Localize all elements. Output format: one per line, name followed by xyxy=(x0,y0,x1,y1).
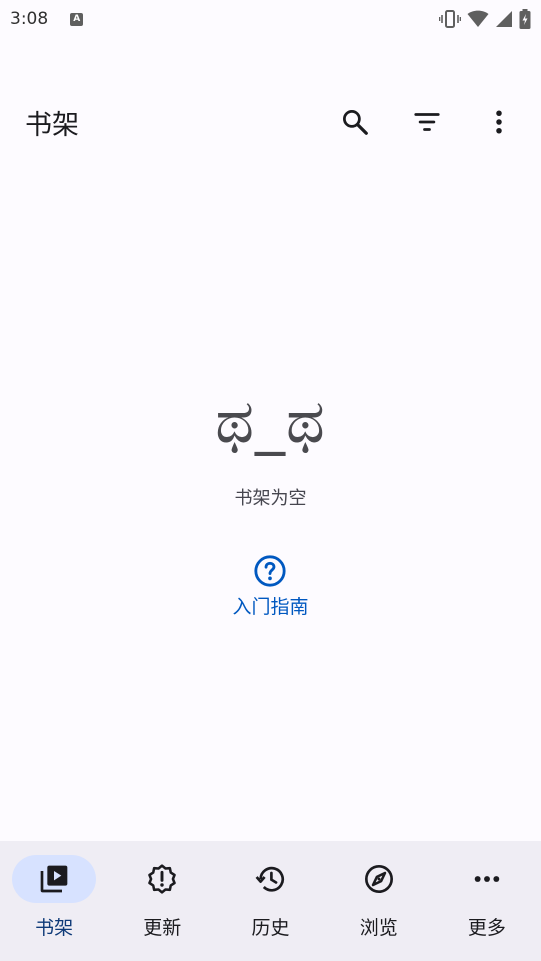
nav-item-browse[interactable]: 浏览 xyxy=(325,841,433,961)
a-icon: A xyxy=(70,12,84,26)
nav-item-library[interactable]: 书架 xyxy=(0,841,108,961)
nav-active-indicator xyxy=(12,855,97,903)
getting-started-label: 入门指南 xyxy=(232,596,309,618)
nav-label-library: 书架 xyxy=(35,917,74,939)
top-app-bar: 书架 xyxy=(0,80,541,164)
signal-icon xyxy=(496,11,512,27)
more-horiz-icon xyxy=(474,876,500,882)
more-options-button[interactable] xyxy=(463,98,535,146)
nav-label-history: 历史 xyxy=(251,917,290,939)
battery-icon xyxy=(519,9,531,29)
help-icon xyxy=(254,555,287,587)
nav-label-browse: 浏览 xyxy=(359,917,398,939)
explore-icon xyxy=(364,865,393,893)
status-icons xyxy=(439,9,531,29)
getting-started-button[interactable]: 入门指南 xyxy=(232,554,309,619)
app-bar-actions xyxy=(319,98,535,146)
screen: 3:08 A 书架 ಥ_ಥ 书架为空 入门指南 书架 更新 历史 浏览 更多 xyxy=(0,0,541,961)
history-icon xyxy=(255,866,284,892)
filter-icon xyxy=(414,113,440,131)
updates-icon xyxy=(148,864,177,894)
page-title: 书架 xyxy=(25,109,79,141)
nav-label-updates: 更新 xyxy=(143,917,182,939)
empty-state: ಥ_ಥ 书架为空 入门指南 xyxy=(0,380,541,619)
nav-item-more[interactable]: 更多 xyxy=(433,841,541,961)
nav-item-history[interactable]: 历史 xyxy=(216,841,324,961)
wifi-icon xyxy=(467,10,489,27)
vibrate-icon xyxy=(439,10,461,28)
empty-message: 书架为空 xyxy=(234,488,307,509)
library-icon xyxy=(40,865,68,893)
empty-face: ಥ_ಥ xyxy=(215,387,326,457)
nav-label-more: 更多 xyxy=(467,917,506,939)
search-icon xyxy=(343,110,368,135)
bottom-navigation: 书架 更新 历史 浏览 更多 xyxy=(0,841,541,961)
nav-item-updates[interactable]: 更新 xyxy=(108,841,216,961)
search-button[interactable] xyxy=(319,98,391,146)
status-time: 3:08 xyxy=(10,9,49,29)
more-vert-icon xyxy=(496,110,502,134)
status-bar: 3:08 A xyxy=(0,0,541,38)
filter-button[interactable] xyxy=(391,98,463,146)
